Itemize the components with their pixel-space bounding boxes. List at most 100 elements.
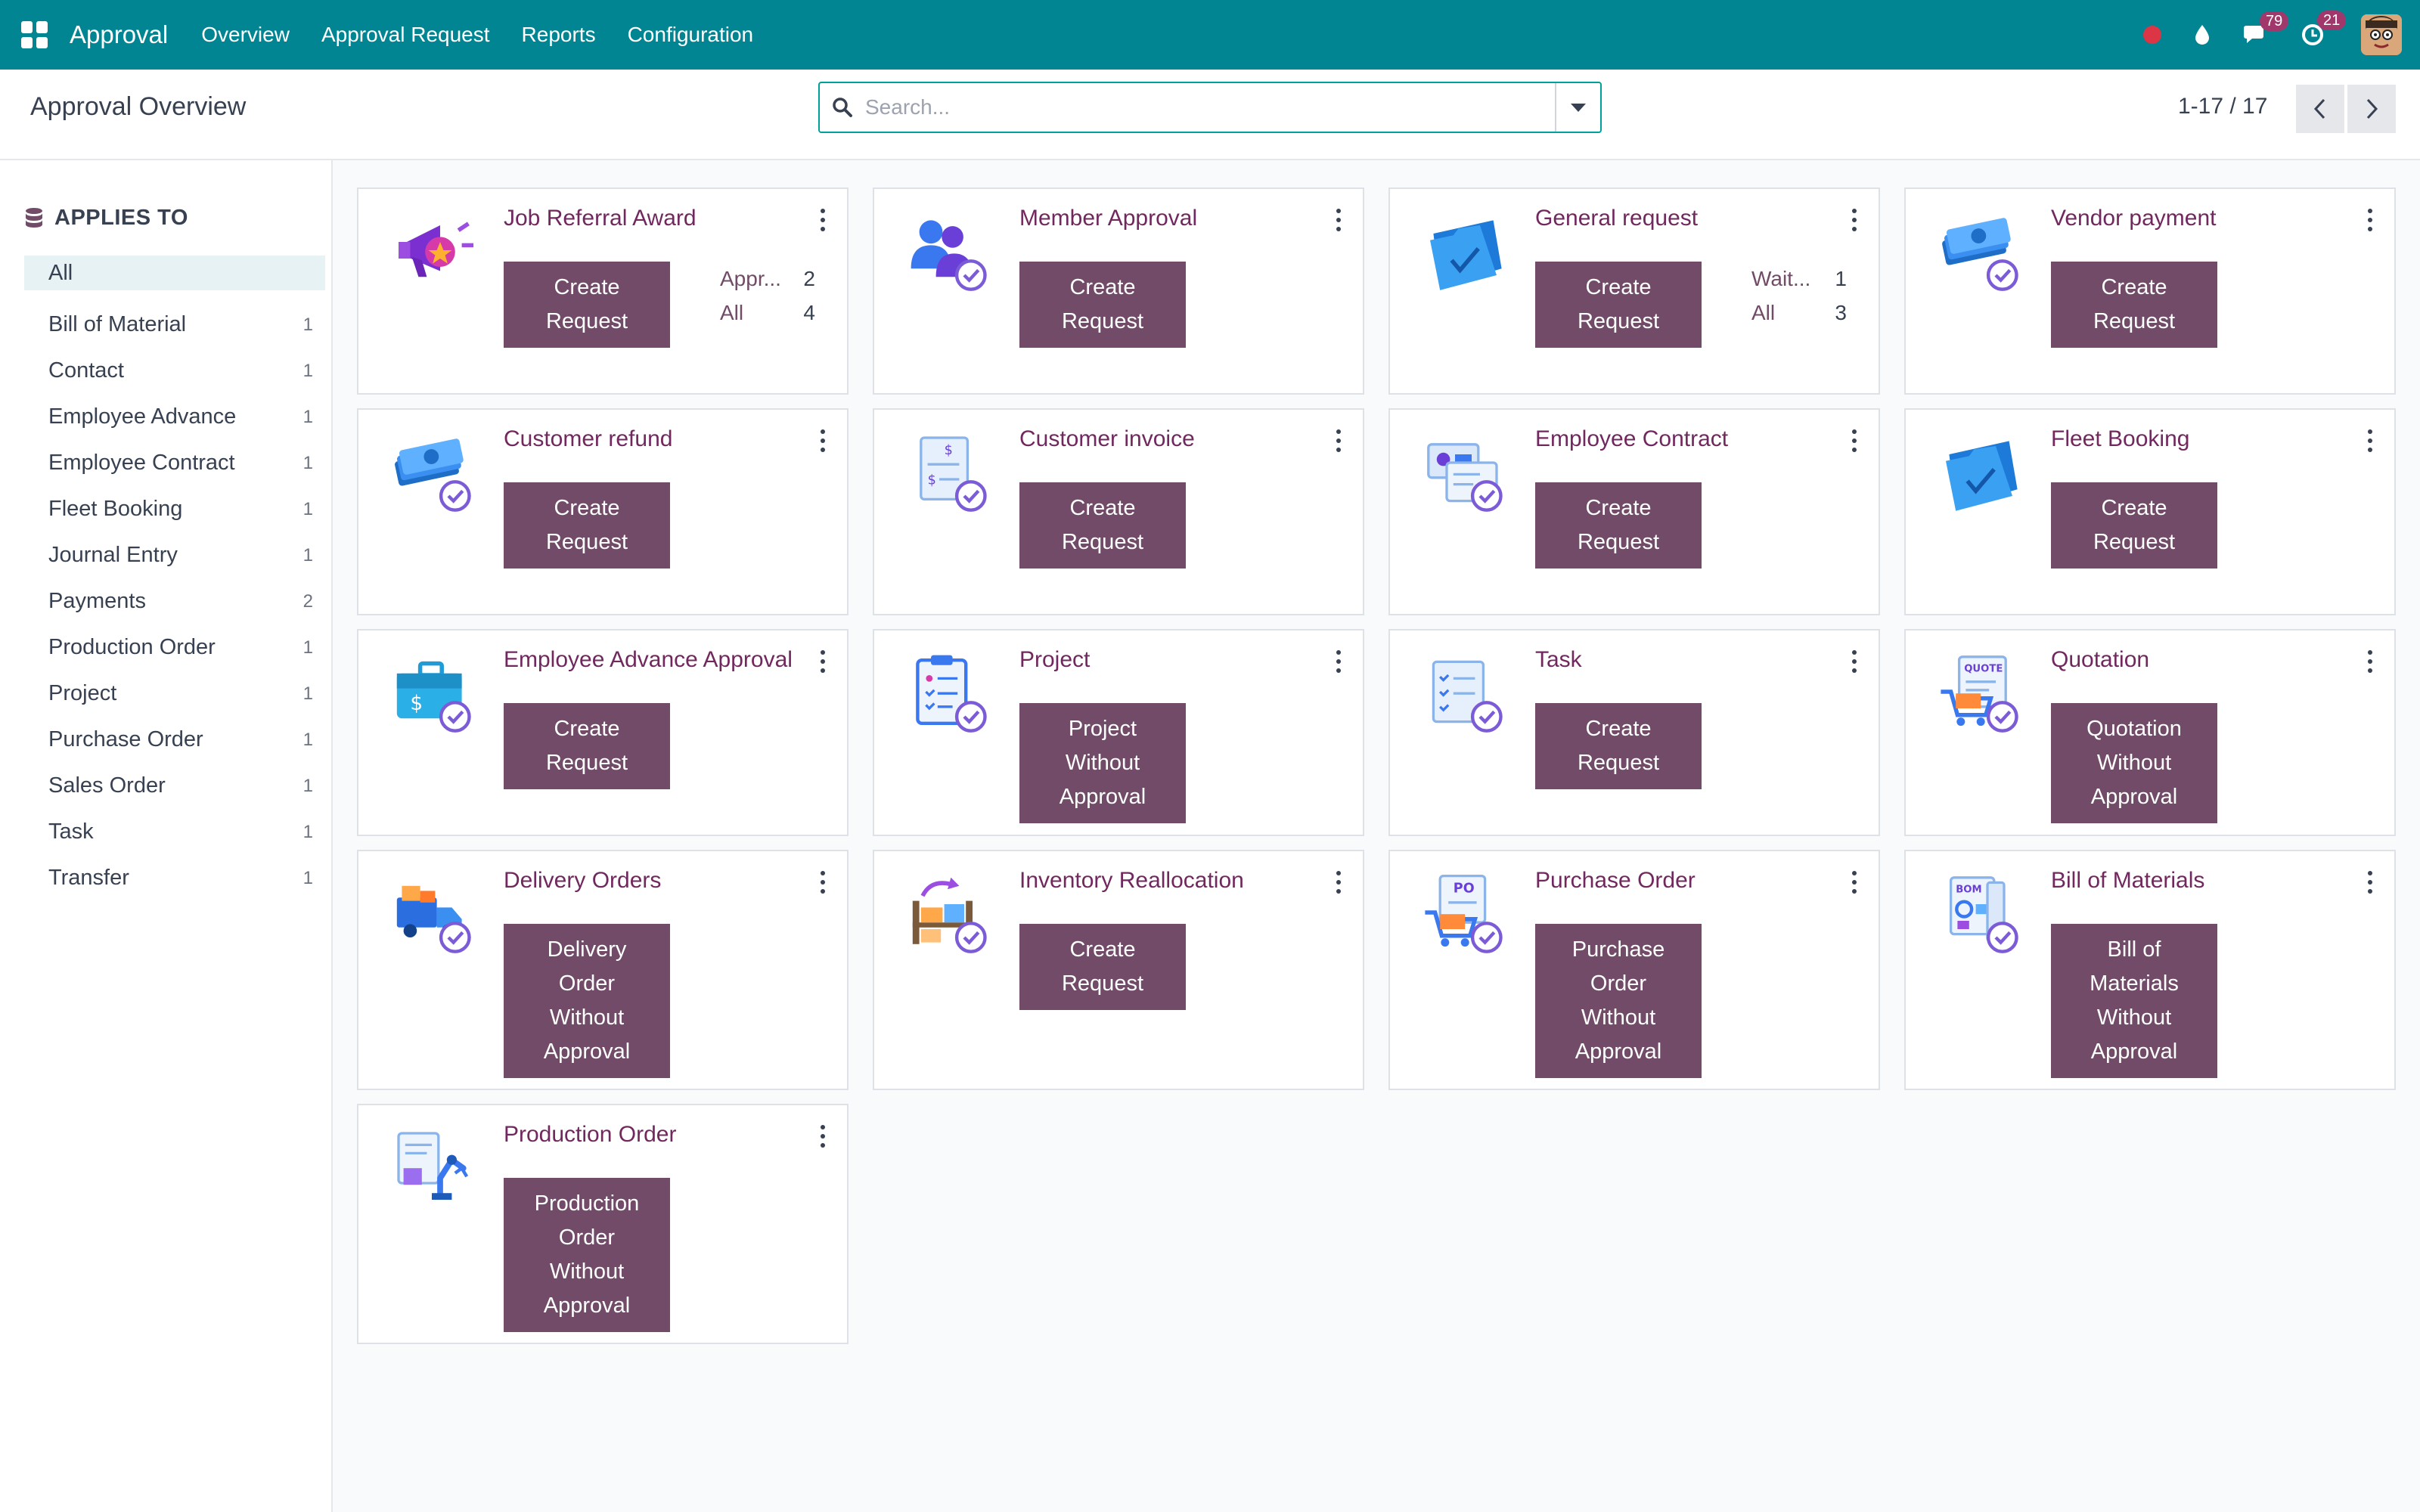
menu-overview[interactable]: Overview bbox=[201, 23, 290, 47]
approval-card-purchase-order: PO Purchase Order Purchase Order Without A… bbox=[1388, 850, 1880, 1090]
truck-check-icon bbox=[396, 885, 471, 953]
card-title[interactable]: Bill of Materials bbox=[2051, 868, 2204, 894]
user-avatar[interactable] bbox=[2361, 14, 2402, 55]
card-title[interactable]: Job Referral Award bbox=[504, 206, 697, 231]
card-action-button[interactable]: Create Request bbox=[1019, 262, 1186, 348]
sidebar-item-project[interactable]: Project 1 bbox=[24, 671, 325, 717]
card-dropdown-icon[interactable] bbox=[818, 650, 827, 673]
card-stat-label: All bbox=[720, 300, 744, 324]
card-dropdown-icon[interactable] bbox=[818, 209, 827, 231]
card-dropdown-icon[interactable] bbox=[2366, 429, 2375, 452]
card-action-button[interactable]: Create Request bbox=[1535, 482, 1702, 569]
pager-next-button[interactable] bbox=[2347, 85, 2396, 133]
menu-reports[interactable]: Reports bbox=[522, 23, 596, 47]
card-title[interactable]: Task bbox=[1535, 647, 1582, 673]
sidebar-item-contact[interactable]: Contact 1 bbox=[24, 348, 325, 394]
activities-badge: 21 bbox=[2317, 11, 2347, 30]
card-dropdown-icon[interactable] bbox=[818, 429, 827, 452]
sidebar-item-journal-entry[interactable]: Journal Entry 1 bbox=[24, 532, 325, 578]
card-title[interactable]: Customer invoice bbox=[1019, 426, 1195, 452]
menu-approval-request[interactable]: Approval Request bbox=[321, 23, 490, 47]
sidebar-item-transfer[interactable]: Transfer 1 bbox=[24, 855, 325, 901]
card-title[interactable]: Purchase Order bbox=[1535, 868, 1696, 894]
sidebar-item-purchase-order[interactable]: Purchase Order 1 bbox=[24, 717, 325, 763]
pager-previous-button[interactable] bbox=[2296, 85, 2344, 133]
sidebar-item-bill-of-material[interactable]: Bill of Material 1 bbox=[24, 302, 325, 348]
page-title: Approval Overview bbox=[30, 92, 247, 121]
pager-value[interactable]: 1-17 / 17 bbox=[2178, 94, 2267, 119]
sidebar-item-fleet-booking[interactable]: Fleet Booking 1 bbox=[24, 486, 325, 532]
card-dropdown-icon[interactable] bbox=[1334, 871, 1343, 894]
search-options-toggle[interactable] bbox=[1555, 83, 1600, 132]
card-dropdown-icon[interactable] bbox=[818, 1125, 827, 1148]
card-title[interactable]: Delivery Orders bbox=[504, 868, 661, 894]
card-title[interactable]: Fleet Booking bbox=[2051, 426, 2189, 452]
sidebar-item-employee-advance[interactable]: Employee Advance 1 bbox=[24, 394, 325, 440]
card-action-button[interactable]: Create Request bbox=[1535, 262, 1702, 348]
card-title[interactable]: Member Approval bbox=[1019, 206, 1197, 231]
recording-status[interactable] bbox=[2143, 26, 2161, 44]
sidebar-item-count: 1 bbox=[302, 729, 313, 750]
card-action-button[interactable]: Create Request bbox=[504, 262, 670, 348]
menu-configuration[interactable]: Configuration bbox=[628, 23, 754, 47]
card-dropdown-icon[interactable] bbox=[818, 871, 827, 894]
card-action-button[interactable]: Purchase Order Without Approval bbox=[1535, 924, 1702, 1078]
card-title[interactable]: Production Order bbox=[504, 1122, 676, 1148]
card-action-button[interactable]: Create Request bbox=[1019, 482, 1186, 569]
sidebar-item-production-order[interactable]: Production Order 1 bbox=[24, 624, 325, 671]
card-dropdown-icon[interactable] bbox=[1334, 429, 1343, 452]
messages-badge: 79 bbox=[2260, 11, 2289, 31]
card-action-button[interactable]: Create Request bbox=[1535, 703, 1702, 789]
card-dropdown-icon[interactable] bbox=[1850, 650, 1859, 673]
card-title[interactable]: Employee Contract bbox=[1535, 426, 1728, 452]
messages-menu[interactable]: 79 bbox=[2243, 11, 2289, 46]
sidebar-item-all[interactable]: All bbox=[24, 256, 325, 290]
card-title[interactable]: Quotation bbox=[2051, 647, 2149, 673]
card-dropdown-icon[interactable] bbox=[1850, 209, 1859, 231]
card-action-button[interactable]: Create Request bbox=[2051, 482, 2217, 569]
card-dropdown-icon[interactable] bbox=[1850, 871, 1859, 894]
sidebar-item-payments[interactable]: Payments 2 bbox=[24, 578, 325, 624]
approval-card-task: Task Create Request bbox=[1388, 629, 1880, 836]
app-grid-icon[interactable] bbox=[21, 21, 48, 48]
sidebar-item-employee-contract[interactable]: Employee Contract 1 bbox=[24, 440, 325, 486]
card-action-button[interactable]: Quotation Without Approval bbox=[2051, 703, 2217, 823]
card-dropdown-icon[interactable] bbox=[2366, 871, 2375, 894]
card-title[interactable]: Customer refund bbox=[504, 426, 672, 452]
approval-card-bill-of-materials: BOM Bill of Materials Bill of Materials Wi… bbox=[1904, 850, 2396, 1090]
sidebar-item-label: Payments bbox=[48, 589, 146, 613]
card-stat-link[interactable]: All 4 bbox=[720, 296, 815, 330]
card-stat-link[interactable]: Appr... 2 bbox=[720, 262, 815, 296]
card-stat-link[interactable]: Wait... 1 bbox=[1751, 262, 1847, 296]
svg-text:$: $ bbox=[410, 692, 423, 715]
checklist-check-icon bbox=[1432, 660, 1503, 733]
card-stat-link[interactable]: All 3 bbox=[1751, 296, 1847, 330]
drop-menu[interactable] bbox=[2193, 24, 2211, 45]
record-dot-icon bbox=[2143, 26, 2161, 44]
activities-menu[interactable]: 21 bbox=[2301, 11, 2347, 47]
card-dropdown-icon[interactable] bbox=[2366, 650, 2375, 673]
sidebar-item-sales-order[interactable]: Sales Order 1 bbox=[24, 763, 325, 809]
card-action-button[interactable]: Delivery Order Without Approval bbox=[504, 924, 670, 1078]
card-dropdown-icon[interactable] bbox=[1334, 650, 1343, 673]
card-action-button[interactable]: Bill of Materials Without Approval bbox=[2051, 924, 2217, 1078]
card-title[interactable]: General request bbox=[1535, 206, 1698, 231]
card-action-button[interactable]: Create Request bbox=[504, 703, 670, 789]
card-action-button[interactable]: Project Without Approval bbox=[1019, 703, 1186, 823]
card-action-button[interactable]: Create Request bbox=[1019, 924, 1186, 1010]
card-dropdown-icon[interactable] bbox=[1334, 209, 1343, 231]
card-title[interactable]: Inventory Reallocation bbox=[1019, 868, 1244, 894]
card-dropdown-icon[interactable] bbox=[1850, 429, 1859, 452]
card-title[interactable]: Employee Advance Approval bbox=[504, 647, 793, 673]
card-action-button[interactable]: Create Request bbox=[2051, 262, 2217, 348]
search-input[interactable] bbox=[865, 85, 1555, 130]
sidebar-item-label: Production Order bbox=[48, 635, 216, 659]
card-title[interactable]: Project bbox=[1019, 647, 1090, 673]
sidebar-item-task[interactable]: Task 1 bbox=[24, 809, 325, 855]
app-name[interactable]: Approval bbox=[70, 20, 168, 49]
card-title[interactable]: Vendor payment bbox=[2051, 206, 2216, 231]
card-action-button[interactable]: Create Request bbox=[504, 482, 670, 569]
card-dropdown-icon[interactable] bbox=[2366, 209, 2375, 231]
card-action-button[interactable]: Production Order Without Approval bbox=[504, 1178, 670, 1332]
sidebar-item-count: 1 bbox=[302, 775, 313, 796]
